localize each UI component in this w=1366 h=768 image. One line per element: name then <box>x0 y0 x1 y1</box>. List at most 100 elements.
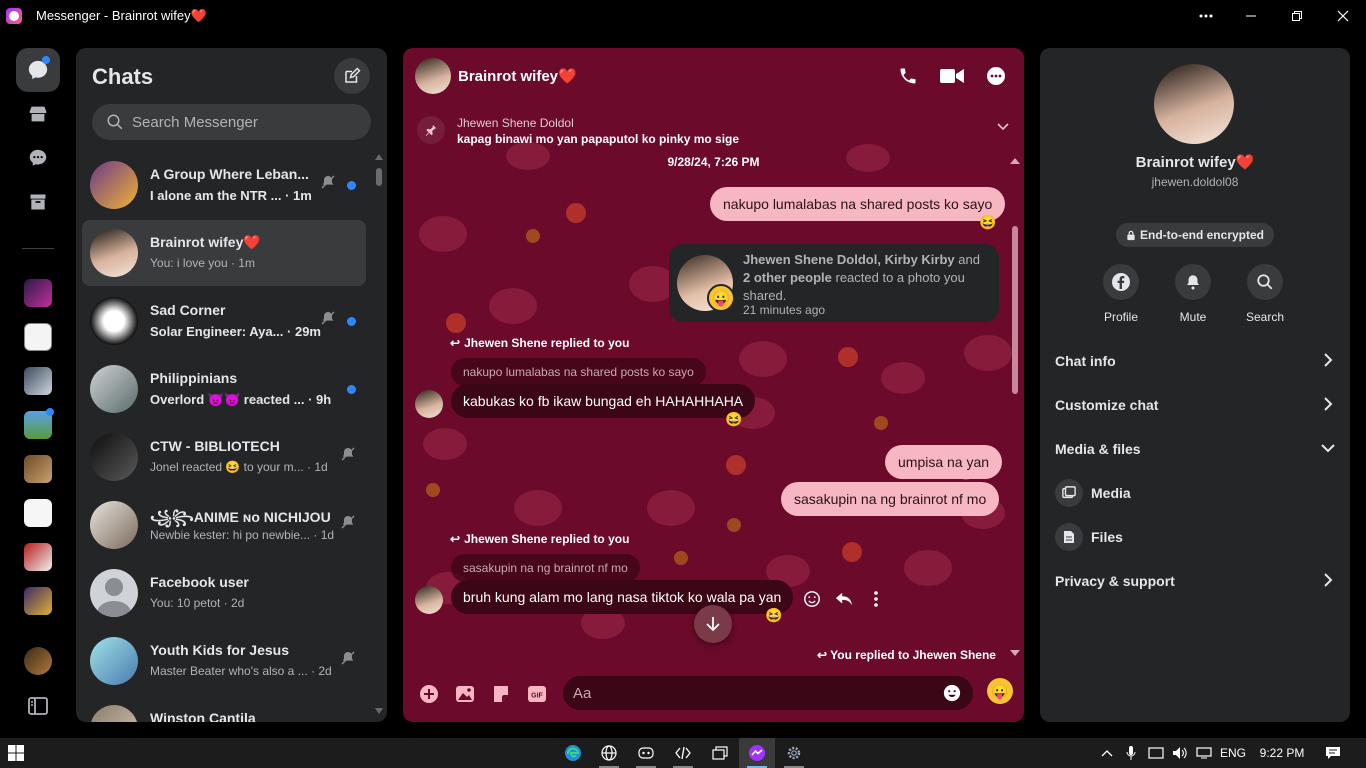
sidebar-toggle-button[interactable] <box>16 684 60 728</box>
chat-list-item[interactable]: ꧁꧂ANIME ɴᴏ NICHIJOU... Newbie kester: hi… <box>82 492 366 558</box>
task-view-app[interactable] <box>702 738 738 768</box>
customize-chat-row[interactable]: Customize chat <box>1055 385 1335 425</box>
microphone-icon[interactable] <box>1122 738 1140 768</box>
messenger-taskbar-app[interactable] <box>739 738 775 768</box>
media-row[interactable]: Media <box>1055 473 1335 513</box>
conversation-name[interactable]: Brainrot wifey❤️ <box>458 67 577 85</box>
chat-info-row[interactable]: Chat info <box>1055 341 1335 381</box>
taskbar: ENG 9:22 PM <box>0 738 1366 768</box>
files-row[interactable]: Files <box>1055 517 1335 557</box>
conversation-avatar[interactable] <box>415 58 451 94</box>
outgoing-message[interactable]: sasakupin na ng brainrot nf mo <box>781 482 1000 516</box>
chat-name: Winston Cantila <box>150 710 256 722</box>
incoming-message[interactable]: bruh kung alam mo lang nasa tiktok ko wa… <box>451 580 794 614</box>
rail-requests-button[interactable] <box>16 136 60 180</box>
chat-list-item[interactable]: Youth Kids for Jesus Master Beater who's… <box>82 628 366 694</box>
replied-message-context[interactable]: nakupo lumalabas na shared posts ko sayo <box>451 358 706 386</box>
bell-icon <box>1187 275 1199 290</box>
volume-icon[interactable] <box>1170 738 1190 768</box>
chat-list-item[interactable]: Winston Cantila <box>82 696 366 722</box>
muted-bell-icon <box>341 447 355 461</box>
message-reaction[interactable]: 😆 <box>725 411 742 428</box>
pinned-message[interactable]: Jhewen Shene Doldol kapag binawi mo yan … <box>403 108 1024 152</box>
share-card-time: 21 minutes ago <box>743 303 826 317</box>
privacy-support-row[interactable]: Privacy & support <box>1055 561 1335 601</box>
outgoing-message[interactable]: nakupo lumalabas na shared posts ko sayo <box>710 187 1006 221</box>
conversation-options-button[interactable] <box>984 64 1008 88</box>
chat-list-scrollbar[interactable] <box>375 154 383 714</box>
quick-reaction-button[interactable]: 😛 <box>987 678 1013 704</box>
community-shortcut[interactable] <box>24 499 52 527</box>
compose-button[interactable] <box>334 58 370 94</box>
discord-app[interactable] <box>628 738 664 768</box>
browser-app[interactable] <box>591 738 627 768</box>
community-shortcut[interactable] <box>24 279 52 307</box>
settings-app[interactable] <box>776 738 812 768</box>
display-icon[interactable] <box>1194 738 1214 768</box>
outgoing-message[interactable]: umpisa na yan <box>885 445 1003 479</box>
add-attachment-button[interactable] <box>417 682 441 706</box>
sticker-icon <box>494 686 508 702</box>
profile-action[interactable]: Profile <box>1091 264 1151 324</box>
more-actions-button[interactable] <box>860 585 892 613</box>
conversation-scrollbar[interactable] <box>1010 158 1020 664</box>
notification-center-icon[interactable] <box>1320 738 1346 768</box>
react-button[interactable] <box>796 585 828 613</box>
sticker-button[interactable] <box>489 682 513 706</box>
message-reaction[interactable]: 😆 <box>979 214 996 231</box>
minimize-button[interactable] <box>1228 0 1274 32</box>
close-button[interactable] <box>1320 0 1366 32</box>
windows-start-icon[interactable] <box>8 745 24 761</box>
chevron-down-icon[interactable] <box>996 120 1010 134</box>
rail-chats-button[interactable] <box>16 48 60 92</box>
avatar <box>90 637 138 685</box>
community-shortcut[interactable] <box>24 587 52 615</box>
gif-button[interactable]: GIF <box>525 682 549 706</box>
chat-list-item[interactable]: A Group Where Leban... I alone am the NT… <box>82 152 366 218</box>
media-files-row[interactable]: Media & files <box>1055 429 1335 469</box>
mute-action[interactable]: Mute <box>1163 264 1223 324</box>
chat-list-item[interactable]: Sad Corner Solar Engineer: Aya... · 29m <box>82 288 366 354</box>
chat-list-item[interactable]: Brainrot wifey❤️ You: i love you · 1m <box>82 220 366 286</box>
edge-app[interactable] <box>555 738 591 768</box>
chat-list-item[interactable]: Facebook user You: 10 petot · 2d <box>82 560 366 626</box>
community-shortcut[interactable] <box>24 408 54 439</box>
message-reaction[interactable]: 😆 <box>765 607 782 624</box>
chat-list-item[interactable]: Philippinians Overlord 👿👿 reacted ... · … <box>82 356 366 422</box>
community-shortcut[interactable] <box>24 323 52 351</box>
language-indicator[interactable]: ENG <box>1218 738 1248 768</box>
code-editor-app[interactable] <box>665 738 701 768</box>
emoji-picker-icon[interactable] <box>943 684 961 702</box>
call-button[interactable] <box>896 64 920 88</box>
shared-photo-reaction-card[interactable]: 😛 Jhewen Shene Doldol, Kirby Kirby and 2… <box>669 244 999 322</box>
photo-button[interactable] <box>453 682 477 706</box>
muted-bell-icon <box>341 651 355 665</box>
rail-divider <box>22 248 54 249</box>
community-shortcut[interactable] <box>24 543 52 571</box>
community-shortcut[interactable] <box>24 647 52 675</box>
reply-button[interactable] <box>828 585 860 613</box>
chat-name: Sad Corner <box>150 302 226 318</box>
network-icon[interactable] <box>1146 738 1166 768</box>
message-input[interactable]: Aa <box>563 676 973 710</box>
community-shortcut[interactable] <box>24 455 52 483</box>
jump-to-latest-button[interactable] <box>694 605 732 643</box>
incoming-message[interactable]: kabukas ko fb ikaw bungad eh HAHAHHAHA <box>451 384 756 418</box>
restore-button[interactable] <box>1274 0 1320 32</box>
gear-icon <box>787 746 801 760</box>
facebook-icon <box>1112 273 1130 291</box>
message-placeholder: Aa <box>573 684 592 702</box>
video-call-button[interactable] <box>940 64 964 88</box>
community-shortcut[interactable] <box>24 367 52 395</box>
smiley-icon <box>804 591 820 607</box>
rail-archive-button[interactable] <box>16 180 60 224</box>
replied-message-context[interactable]: sasakupin na ng brainrot nf mo <box>451 554 640 582</box>
tray-overflow-icon[interactable] <box>1098 738 1116 768</box>
search-action[interactable]: Search <box>1235 264 1295 324</box>
chat-list-item[interactable]: CTW - BIBLIOTECH Jonel reacted 😆 to your… <box>82 424 366 490</box>
rail-marketplace-button[interactable] <box>16 92 60 136</box>
encryption-badge[interactable]: End-to-end encrypted <box>1116 223 1274 247</box>
search-input[interactable]: Search Messenger <box>92 104 371 140</box>
more-horizontal-icon[interactable] <box>1183 0 1229 32</box>
clock[interactable]: 9:22 PM <box>1254 738 1310 768</box>
